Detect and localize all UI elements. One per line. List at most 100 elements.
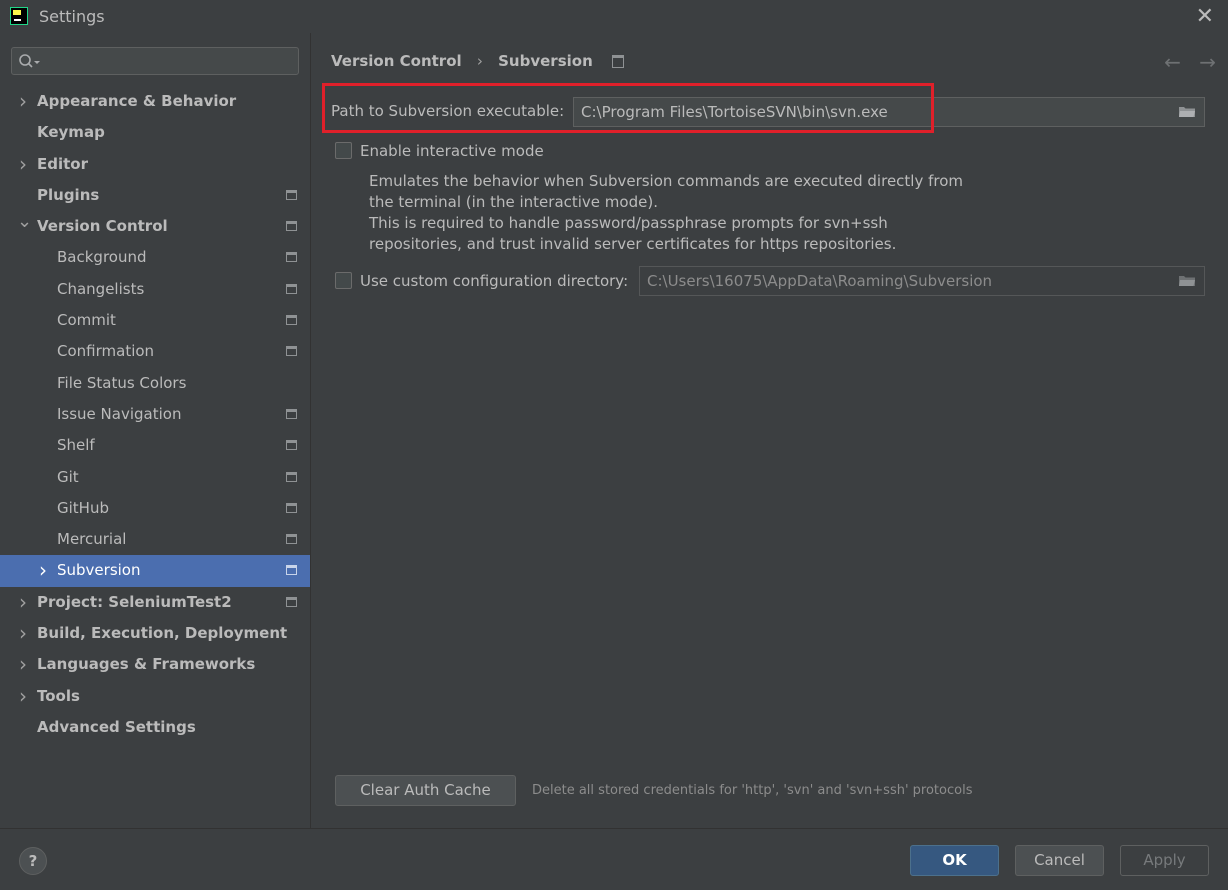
sidebar-item-label: Advanced Settings [37, 717, 196, 736]
help-button[interactable]: ? [19, 847, 47, 875]
sidebar-item-editor[interactable]: › Editor [0, 149, 310, 180]
sidebar-item-commit[interactable]: Commit [0, 305, 310, 336]
custom-config-checkbox[interactable] [335, 272, 352, 289]
close-icon[interactable]: ✕ [1196, 4, 1214, 29]
sidebar-item-label: Git [57, 467, 79, 486]
project-level-icon [286, 283, 297, 294]
sidebar-item-tools[interactable]: › Tools [0, 681, 310, 712]
interactive-mode-checkbox[interactable] [335, 142, 352, 159]
breadcrumb: Version Control › Subversion [331, 52, 624, 70]
history-nav: ← → [1152, 50, 1216, 74]
chevron-right-icon[interactable]: › [17, 149, 29, 180]
chevron-down-icon[interactable]: ⌄ [17, 211, 32, 242]
chevron-right-icon: › [476, 52, 483, 70]
project-level-icon [286, 596, 297, 607]
back-arrow-icon[interactable]: ← [1164, 50, 1181, 74]
project-level-icon [286, 221, 297, 232]
folder-icon[interactable] [1178, 274, 1196, 287]
sidebar-item-advanced-settings[interactable]: Advanced Settings [0, 712, 310, 743]
window-title: Settings [39, 7, 105, 26]
project-level-icon [286, 440, 297, 451]
cancel-button[interactable]: Cancel [1015, 845, 1104, 876]
project-level-icon [286, 408, 297, 419]
sidebar-item-project-seleniumtest2[interactable]: › Project: SeleniumTest2 [0, 587, 310, 618]
chevron-right-icon[interactable]: › [17, 587, 29, 618]
sidebar-item-label: Tools [37, 686, 80, 705]
sidebar-item-mercurial[interactable]: Mercurial [0, 524, 310, 555]
pycharm-logo-icon [10, 7, 28, 25]
clear-cache-hint: Delete all stored credentials for 'http'… [532, 783, 973, 798]
settings-sidebar: › Appearance & Behavior Keymap › Editor Plugi… [0, 33, 311, 828]
sidebar-item-label: Languages & Frameworks [37, 655, 256, 674]
project-level-icon [286, 534, 297, 545]
interactive-mode-label[interactable]: Enable interactive mode [360, 142, 544, 160]
apply-button[interactable]: Apply [1120, 845, 1209, 876]
sidebar-item-plugins[interactable]: Plugins [0, 180, 310, 211]
project-level-icon [286, 189, 297, 200]
sidebar-item-background[interactable]: Background [0, 242, 310, 273]
description-line: This is required to handle password/pass… [369, 214, 888, 232]
sidebar-item-label: Changelists [57, 279, 145, 298]
sidebar-item-shelf[interactable]: Shelf [0, 430, 310, 461]
sidebar-item-label: Version Control [37, 217, 168, 236]
project-level-icon [286, 315, 297, 326]
sidebar-item-github[interactable]: GitHub [0, 493, 310, 524]
sidebar-item-label: Background [57, 248, 147, 267]
description-line: Emulates the behavior when Subversion co… [369, 172, 964, 190]
forward-arrow-icon[interactable]: → [1199, 50, 1216, 74]
clear-auth-cache-button[interactable]: Clear Auth Cache [335, 775, 516, 806]
custom-config-field[interactable]: C:\Users\16075\AppData\Roaming\Subversio… [639, 266, 1205, 296]
sidebar-item-label: Keymap [37, 123, 105, 142]
sidebar-item-build-execution-deployment[interactable]: › Build, Execution, Deployment [0, 618, 310, 649]
interactive-mode-description: Emulates the behavior when Subversion co… [369, 171, 969, 255]
sidebar-item-label: Shelf [57, 436, 95, 455]
breadcrumb-current: Subversion [498, 52, 593, 70]
sidebar-item-label: Commit [57, 311, 116, 330]
folder-icon[interactable] [1178, 105, 1196, 118]
sidebar-item-label: Subversion [57, 561, 141, 580]
title-bar: Settings ✕ [0, 0, 1228, 33]
custom-config-label[interactable]: Use custom configuration directory: [360, 272, 628, 290]
settings-tree: › Appearance & Behavior Keymap › Editor Plugi… [0, 86, 310, 743]
sidebar-item-issue-navigation[interactable]: Issue Navigation [0, 399, 310, 430]
sidebar-item-appearance-behavior[interactable]: › Appearance & Behavior [0, 86, 310, 117]
project-level-icon [286, 502, 297, 513]
sidebar-item-keymap[interactable]: Keymap [0, 117, 310, 148]
sidebar-item-label: Issue Navigation [57, 404, 182, 423]
settings-content: Version Control › Subversion ← → Path to… [311, 33, 1228, 828]
sidebar-item-changelists[interactable]: Changelists [0, 274, 310, 305]
dialog-footer: ? OK Cancel Apply [0, 828, 1228, 890]
sidebar-item-label: Confirmation [57, 342, 155, 361]
sidebar-item-label: Editor [37, 154, 88, 173]
highlight-annotation [322, 83, 934, 133]
ok-button[interactable]: OK [910, 845, 999, 876]
breadcrumb-parent[interactable]: Version Control [331, 52, 462, 70]
sidebar-item-subversion[interactable]: › Subversion [0, 555, 310, 587]
project-level-icon [286, 471, 297, 482]
project-level-icon [611, 55, 624, 68]
sidebar-item-label: File Status Colors [57, 373, 187, 392]
custom-config-value: C:\Users\16075\AppData\Roaming\Subversio… [647, 272, 993, 290]
search-field[interactable] [11, 47, 299, 75]
project-level-icon [286, 565, 297, 576]
description-line: the terminal (in the interactive mode). [369, 193, 658, 211]
sidebar-item-label: Project: SeleniumTest2 [37, 592, 232, 611]
sidebar-item-label: Mercurial [57, 530, 127, 549]
sidebar-item-file-status-colors[interactable]: File Status Colors [0, 368, 310, 399]
chevron-right-icon[interactable]: › [17, 681, 29, 712]
search-icon [19, 54, 40, 68]
sidebar-item-label: Build, Execution, Deployment [37, 624, 288, 643]
sidebar-item-label: Appearance & Behavior [37, 92, 237, 110]
sidebar-item-confirmation[interactable]: Confirmation [0, 336, 310, 367]
project-level-icon [286, 346, 297, 357]
sidebar-item-version-control[interactable]: ⌄ Version Control [0, 211, 310, 242]
description-line: repositories, and trust invalid server c… [369, 235, 897, 253]
chevron-right-icon[interactable]: › [37, 555, 49, 586]
sidebar-item-label: Plugins [37, 185, 100, 204]
chevron-right-icon[interactable]: › [17, 649, 29, 680]
sidebar-item-label: GitHub [57, 498, 109, 517]
chevron-right-icon[interactable]: › [17, 618, 29, 649]
chevron-right-icon[interactable]: › [17, 86, 29, 117]
sidebar-item-languages-frameworks[interactable]: › Languages & Frameworks [0, 649, 310, 680]
sidebar-item-git[interactable]: Git [0, 462, 310, 493]
